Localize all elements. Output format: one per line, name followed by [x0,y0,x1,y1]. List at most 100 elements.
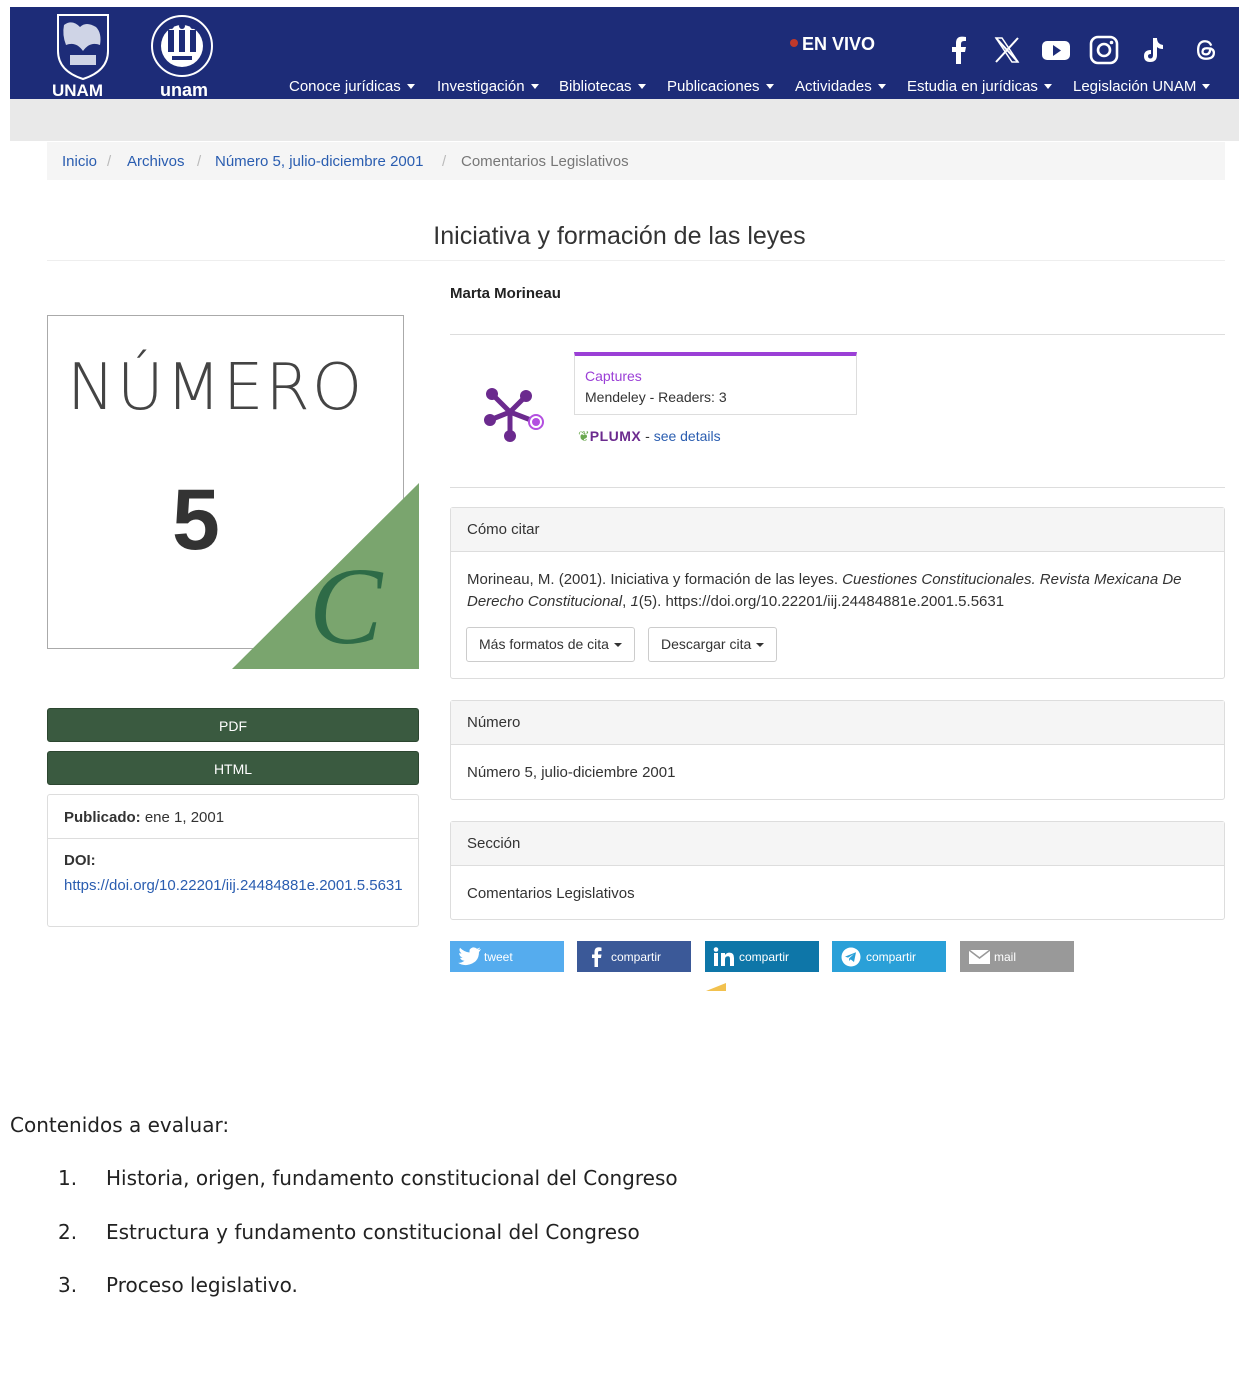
plumx-leaf-icon: ❦ [578,428,590,444]
nav-label: Publicaciones [667,78,760,95]
button-label: Descargar cita [661,636,752,652]
plumx-separator: - [641,428,654,444]
unam-logo[interactable]: UNAM [50,11,116,100]
issue-heading: Número [467,714,521,731]
nav-label: Investigación [437,78,525,95]
doi-link[interactable]: https://doi.org/10.22201/iij.24484881e.2… [64,875,404,896]
cover-art: NÚMERO 5 C [47,315,419,669]
nav-label: Bibliotecas [559,78,632,95]
site-header: UNAM unam EN VIVO Conoce jurídicas Inves… [10,7,1239,100]
citation-doi: (5). https://doi.org/10.22201/iij.244848… [638,593,1005,610]
breadcrumb-separator: / [197,153,202,170]
facebook-icon[interactable] [943,34,975,66]
caret-down-icon [765,83,774,89]
doc-list-item: 1. Historia, origen, fundamento constituc… [58,1166,678,1190]
plumx-brand: PLUMX [589,428,642,444]
section-panel: Sección Comentarios Legislativos [450,821,1225,920]
issue-link[interactable]: Número 5, julio-diciembre 2001 [467,764,675,781]
nav-estudia-en-juridicas[interactable]: Estudia en jurídicas [907,78,1052,95]
caret-down-icon [877,83,886,89]
share-label: tweet [484,950,513,964]
citation-volume: 1 [630,593,639,610]
published-row: Publicado: ene 1, 2001 [64,809,224,826]
cover-word: NÚMERO [67,349,364,425]
pdf-button[interactable]: PDF [47,708,419,742]
author-name: Marta Morineau [450,285,561,302]
cover-letter: C [309,545,384,667]
divider [47,260,1225,261]
youtube-icon[interactable] [1040,34,1072,66]
decorative-wedge-icon [706,983,726,991]
breadcrumb-separator: / [107,153,112,170]
nav-label: Actividades [795,78,872,95]
live-label: EN VIVO [802,34,876,54]
share-label: mail [994,950,1017,964]
share-linkedin-button[interactable]: compartir [705,941,819,972]
page-title: Iniciativa y formación de las leyes [433,222,806,250]
nav-publicaciones[interactable]: Publicaciones [667,78,774,95]
threads-icon[interactable] [1192,34,1220,66]
caret-down-icon [530,83,539,89]
iij-seal-icon [151,15,213,77]
live-link[interactable]: EN VIVO [790,34,875,55]
issue-cover-image[interactable]: NÚMERO 5 C [47,315,419,669]
more-citation-formats-button[interactable]: Más formatos de cita [466,627,635,662]
divider [450,487,1225,488]
caret-down-icon [1043,83,1052,89]
list-text: Estructura y fundamento constitucional d… [106,1220,640,1244]
list-number: 3. [58,1273,78,1297]
unam-shield-icon [57,14,109,81]
mendeley-readers: Mendeley - Readers: 3 [585,389,727,405]
share-label: compartir [739,950,790,964]
captures-label: Captures [585,368,642,384]
nav-label: Conoce jurídicas [289,78,401,95]
share-mail-button[interactable]: mail [960,941,1074,972]
linkedin-icon [713,947,734,966]
share-twitter-button[interactable]: tweet [450,941,564,972]
issue-panel: Número Número 5, julio-diciembre 2001 [450,700,1225,800]
share-facebook-button[interactable]: compartir [577,941,691,972]
html-button[interactable]: HTML [47,751,419,785]
cover-number: 5 [172,472,220,568]
caret-down-icon [637,83,646,89]
caret-down-icon [1202,83,1211,89]
mail-icon [968,949,991,964]
download-citation-button[interactable]: Descargar cita [648,627,778,662]
plumx-captures-card: Captures Mendeley - Readers: 3 [574,352,857,415]
iij-logo-text: unam [160,80,209,100]
nav-bibliotecas[interactable]: Bibliotecas [559,78,646,95]
breadcrumb-archivos[interactable]: Archivos [127,153,185,170]
citation-heading: Cómo citar [467,521,540,538]
share-label: compartir [611,950,662,964]
published-date: ene 1, 2001 [144,809,225,826]
doi-label: DOI: [64,852,96,869]
share-telegram-button[interactable]: compartir [832,941,946,972]
nav-label: Estudia en jurídicas [907,78,1038,95]
instagram-icon[interactable] [1088,34,1120,66]
breadcrumb-inicio[interactable]: Inicio [62,153,97,170]
share-label: compartir [866,950,917,964]
nav-conoce-juridicas[interactable]: Conoce jurídicas [289,78,415,95]
nav-actividades[interactable]: Actividades [795,78,886,95]
x-icon[interactable] [991,34,1023,66]
grey-banner [10,99,1239,141]
section-value: Comentarios Legislativos [467,885,635,902]
telegram-icon [841,947,861,967]
divider [48,838,418,839]
caret-down-icon [756,643,765,648]
see-details-link[interactable]: see details [654,428,721,444]
divider [450,334,1225,335]
breadcrumb-issue[interactable]: Número 5, julio-diciembre 2001 [215,153,423,170]
tiktok-icon[interactable] [1136,34,1168,66]
iij-logo[interactable]: unam [142,10,222,100]
nav-legislacion-unam[interactable]: Legislación UNAM [1073,78,1211,95]
nav-label: Legislación UNAM [1073,78,1197,95]
nav-investigacion[interactable]: Investigación [437,78,539,95]
breadcrumb-current: Comentarios Legislativos [461,153,629,170]
citation-journal-cont: Derecho Constitucional [467,593,623,610]
citation-part: Morineau, M. (2001). Iniciativa y formac… [467,571,843,588]
plumx-details: ❦PLUMX - see details [578,428,721,445]
facebook-f-icon [592,947,602,967]
list-number: 1. [58,1166,78,1190]
plumx-logo-icon[interactable] [482,386,546,444]
